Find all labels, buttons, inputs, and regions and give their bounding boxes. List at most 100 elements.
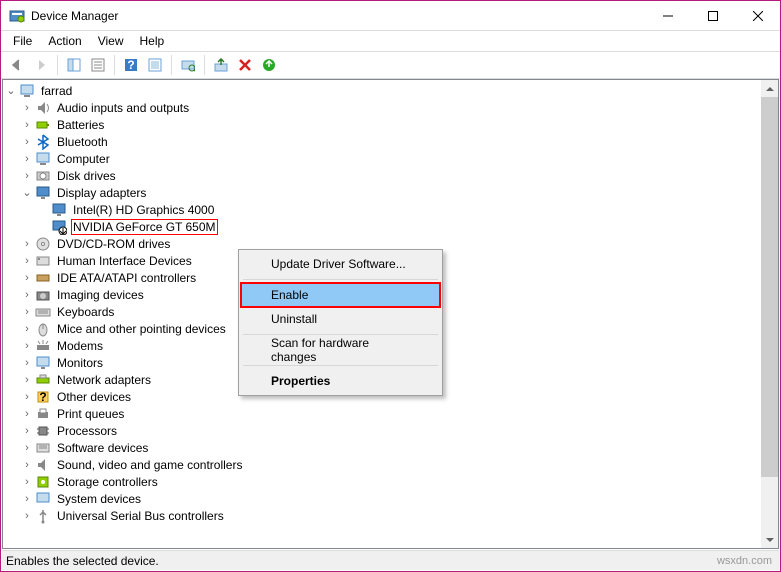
expand-icon[interactable]: › (19, 355, 35, 371)
node-label: Batteries (55, 117, 106, 133)
tree-node-print[interactable]: ›Print queues (3, 405, 778, 422)
sound-icon (35, 457, 51, 473)
scroll-thumb[interactable] (761, 97, 778, 477)
expand-icon[interactable]: › (19, 304, 35, 320)
help-button[interactable]: ? (119, 53, 143, 77)
audio-icon (35, 100, 51, 116)
titlebar: Device Manager (1, 1, 780, 31)
close-button[interactable] (735, 1, 780, 30)
expand-icon[interactable]: › (19, 474, 35, 490)
context-menu: Update Driver Software... Enable Uninsta… (238, 249, 443, 396)
node-label: farrad (39, 83, 74, 99)
watermark: wsxdn.com (717, 555, 772, 567)
uninstall-button[interactable] (233, 53, 257, 77)
collapse-icon[interactable]: ⌄ (19, 185, 35, 201)
tree-node-processors[interactable]: › Processors (3, 422, 778, 439)
scroll-down-button[interactable] (761, 531, 778, 548)
expand-icon[interactable]: › (19, 236, 35, 252)
menu-file[interactable]: File (5, 32, 40, 50)
vertical-scrollbar[interactable] (761, 80, 778, 548)
expand-icon[interactable]: › (19, 287, 35, 303)
node-label: Display adapters (55, 185, 148, 201)
node-label: Keyboards (55, 304, 116, 320)
minimize-button[interactable] (645, 1, 690, 30)
cpu-icon (35, 423, 51, 439)
menu-view[interactable]: View (90, 32, 132, 50)
expand-icon[interactable]: › (19, 406, 35, 422)
node-label: Universal Serial Bus controllers (55, 508, 226, 524)
node-label: Intel(R) HD Graphics 4000 (71, 202, 216, 218)
menu-label: Scan for hardware changes (271, 336, 410, 364)
ctx-scan[interactable]: Scan for hardware changes (241, 338, 440, 362)
back-button[interactable] (5, 53, 29, 77)
ctx-properties[interactable]: Properties (241, 369, 440, 393)
dvd-icon (35, 236, 51, 252)
tree-node-nvidia-gpu[interactable]: NVIDIA GeForce GT 650M (3, 218, 778, 235)
tree-node-computer[interactable]: ›Computer (3, 150, 778, 167)
keyboard-icon (35, 304, 51, 320)
tree-node-sound[interactable]: › Sound, video and game controllers (3, 456, 778, 473)
bluetooth-icon (35, 134, 51, 150)
ctx-uninstall[interactable]: Uninstall (241, 307, 440, 331)
tree-node-system[interactable]: ›System devices (3, 490, 778, 507)
scan-hardware-button[interactable] (176, 53, 200, 77)
update-driver-button[interactable] (209, 53, 233, 77)
tree-node-disk[interactable]: › Disk drives (3, 167, 778, 184)
expand-icon[interactable]: › (19, 270, 35, 286)
expand-icon[interactable]: › (19, 338, 35, 354)
action-button[interactable] (143, 53, 167, 77)
show-hide-console-button[interactable] (62, 53, 86, 77)
menu-separator (243, 334, 438, 335)
expand-icon[interactable]: › (19, 117, 35, 133)
tree-node-bluetooth[interactable]: ›Bluetooth (3, 133, 778, 150)
tree-node-display[interactable]: ⌄ Display adapters (3, 184, 778, 201)
menu-label: Properties (271, 374, 330, 388)
collapse-icon[interactable]: ⌄ (3, 83, 19, 99)
scroll-up-button[interactable] (761, 80, 778, 97)
svg-text:?: ? (127, 58, 134, 72)
expand-icon[interactable]: › (19, 321, 35, 337)
storage-icon (35, 474, 51, 490)
tree-node-usb[interactable]: › Universal Serial Bus controllers (3, 507, 778, 524)
expand-icon[interactable]: › (19, 253, 35, 269)
tree-node-storage[interactable]: ›Storage controllers (3, 473, 778, 490)
node-label: Disk drives (55, 168, 118, 184)
properties-button[interactable] (86, 53, 110, 77)
ctx-update-driver[interactable]: Update Driver Software... (241, 252, 440, 276)
expand-icon[interactable]: › (19, 372, 35, 388)
maximize-button[interactable] (690, 1, 735, 30)
menu-label: Uninstall (271, 312, 317, 326)
toolbar-separator (204, 55, 205, 75)
toolbar: ? (1, 51, 780, 79)
expand-icon[interactable]: › (19, 423, 35, 439)
expand-icon[interactable]: › (19, 508, 35, 524)
menubar: File Action View Help (1, 31, 780, 51)
menu-action[interactable]: Action (40, 32, 89, 50)
hid-icon (35, 253, 51, 269)
expand-icon[interactable]: › (19, 168, 35, 184)
expand-icon[interactable]: › (19, 151, 35, 167)
node-label: Audio inputs and outputs (55, 100, 191, 116)
node-label: Processors (55, 423, 119, 439)
tree-node-software[interactable]: ›Software devices (3, 439, 778, 456)
tree-node-audio[interactable]: › Audio inputs and outputs (3, 99, 778, 116)
expand-icon[interactable]: › (19, 457, 35, 473)
display-adapter-icon (51, 202, 67, 218)
menu-help[interactable]: Help (132, 32, 173, 50)
expand-icon[interactable]: › (19, 100, 35, 116)
forward-button[interactable] (29, 53, 53, 77)
camera-icon (35, 287, 51, 303)
ctx-enable[interactable]: Enable (241, 283, 440, 307)
toolbar-separator (57, 55, 58, 75)
expand-icon[interactable]: › (19, 491, 35, 507)
expand-icon[interactable]: › (19, 440, 35, 456)
node-label: Sound, video and game controllers (55, 457, 244, 473)
node-label: Modems (55, 338, 105, 354)
node-label: Other devices (55, 389, 133, 405)
expand-icon[interactable]: › (19, 389, 35, 405)
expand-icon[interactable]: › (19, 134, 35, 150)
enable-button[interactable] (257, 53, 281, 77)
tree-root[interactable]: ⌄ farrad (3, 82, 778, 99)
tree-node-batteries[interactable]: › Batteries (3, 116, 778, 133)
tree-node-intel-gpu[interactable]: Intel(R) HD Graphics 4000 (3, 201, 778, 218)
